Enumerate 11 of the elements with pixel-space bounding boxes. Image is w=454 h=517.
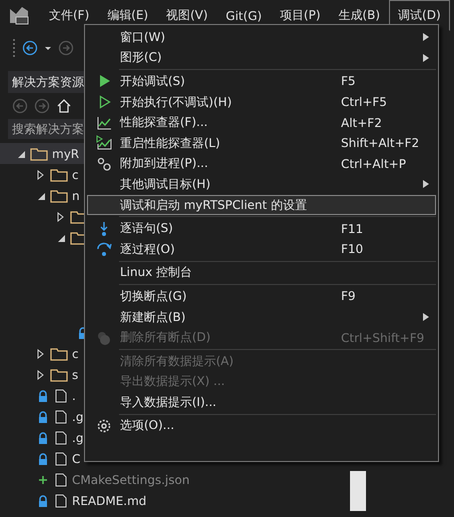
tree-item-label: .g (72, 410, 84, 424)
tree-item-label: s (72, 368, 78, 382)
tree-item-label: CMakeSettings.json (72, 472, 190, 486)
tree-item-label: README.md (72, 494, 146, 508)
tree-item-label: . (72, 388, 76, 402)
tree-item-label: c (72, 346, 79, 360)
tree-item-label: n (72, 188, 80, 202)
tree-item-label: .g (72, 430, 84, 444)
tree-item-label: C (72, 452, 80, 466)
tree-item-label: c (72, 168, 79, 182)
tree-item-label: myR (52, 146, 80, 160)
